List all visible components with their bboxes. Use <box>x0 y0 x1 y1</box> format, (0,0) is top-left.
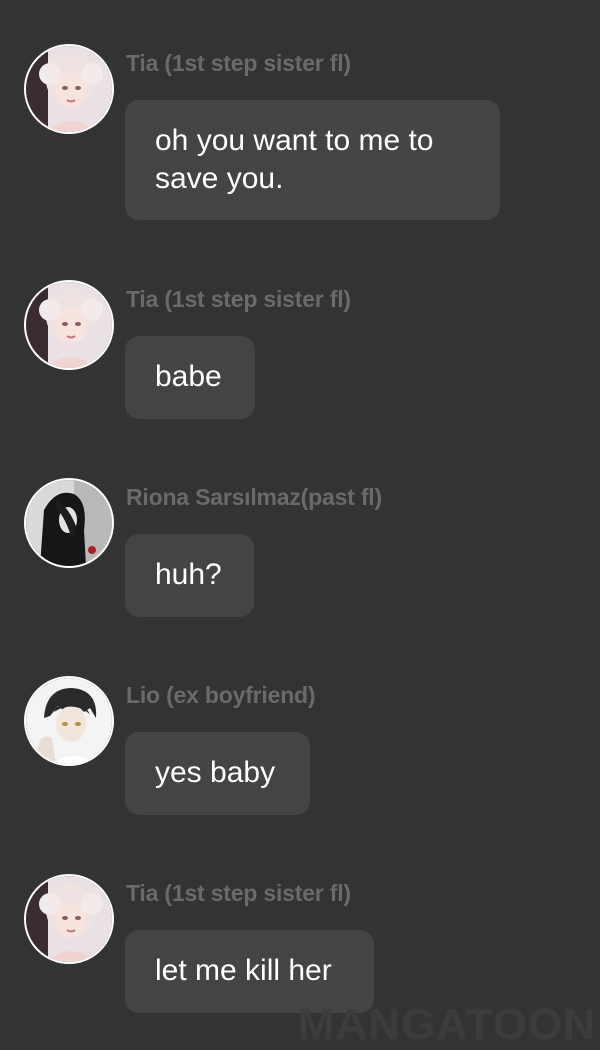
sender-name: Tia (1st step sister fl) <box>126 50 351 76</box>
sender-name: Riona Sarsılmaz(past fl) <box>126 484 382 510</box>
sender-name: Tia (1st step sister fl) <box>126 880 351 906</box>
sender-name: Lio (ex boyfriend) <box>126 682 316 708</box>
tia-avatar[interactable] <box>24 874 114 964</box>
message-bubble[interactable]: huh? <box>125 534 254 617</box>
tia-avatar[interactable] <box>24 280 114 370</box>
lio-avatar[interactable] <box>24 676 114 766</box>
tia-avatar[interactable] <box>24 44 114 134</box>
sender-name: Tia (1st step sister fl) <box>126 286 351 312</box>
message-bubble[interactable]: oh you want to me to save you. <box>125 100 500 220</box>
message-bubble[interactable]: babe <box>125 336 255 419</box>
watermark: MANGATOON <box>297 1000 596 1049</box>
riona-avatar[interactable] <box>24 478 114 568</box>
message-bubble[interactable]: yes baby <box>125 732 310 815</box>
